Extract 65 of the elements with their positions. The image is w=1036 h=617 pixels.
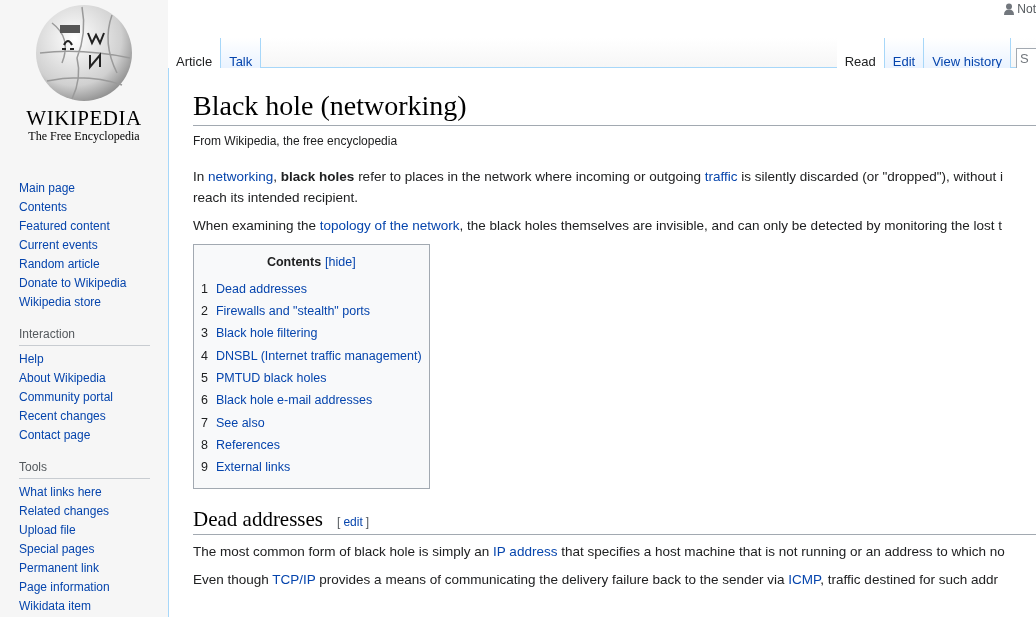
- sidebar-link[interactable]: Related changes: [19, 502, 110, 521]
- page-subtitle: From Wikipedia, the free encyclopedia: [193, 133, 399, 150]
- user-icon: [1004, 3, 1015, 15]
- sidebar-heading: Interaction: [19, 326, 150, 346]
- toc-number: 6: [201, 392, 208, 410]
- sidebar-link[interactable]: About Wikipedia: [19, 369, 106, 388]
- paragraph: In networking, black holes refer to places in the network where incoming or outgoing traffic is silently discarded (or "dropped"), without i reach its intended recipient.: [193, 168, 1005, 207]
- sidebar-link[interactable]: Permanent link: [19, 559, 100, 578]
- toc-number: 8: [201, 436, 208, 454]
- view-tab[interactable]: View history: [924, 38, 1011, 68]
- toc-link[interactable]: External links: [215, 456, 291, 479]
- article-link[interactable]: traffic: [704, 169, 738, 184]
- sidebar-link[interactable]: Random article: [19, 255, 100, 274]
- article-link[interactable]: TCP/IP: [272, 572, 316, 588]
- toc-number: 1: [201, 280, 208, 298]
- toc-link[interactable]: DNSBL (Internet traffic management): [215, 344, 422, 367]
- search-field[interactable]: S: [1016, 47, 1036, 70]
- bracket: ]: [365, 514, 370, 532]
- sidebar-link[interactable]: Recent changes: [19, 407, 106, 426]
- paragraph: The most common form of black hole is simply an IP address that specifies a host machine that is not running or an address to which no: [193, 543, 1006, 562]
- sidebar-link[interactable]: Donate to Wikipedia: [19, 274, 127, 293]
- sidebar-heading: Tools: [19, 459, 150, 479]
- toc-link[interactable]: PMTUD black holes: [215, 366, 327, 390]
- sidebar-link[interactable]: What links here: [19, 483, 102, 502]
- sidebar-link[interactable]: Special pages: [19, 540, 95, 559]
- page-title: Black hole (networking): [193, 88, 1036, 126]
- sidebar-link[interactable]: Main page: [19, 179, 76, 198]
- sidebar-link[interactable]: Community portal: [19, 388, 114, 407]
- page-tab[interactable]: Talk: [221, 38, 262, 68]
- sidebar-link[interactable]: Current events: [19, 236, 98, 255]
- sidebar-link[interactable]: Page information: [19, 578, 110, 597]
- section-heading: Dead addresses: [193, 506, 324, 534]
- user-link[interactable]: Not: [1017, 0, 1036, 18]
- toc-number: 3: [201, 325, 208, 343]
- toc-number: 7: [201, 414, 208, 432]
- paragraph: When examining the topology of the network, the black holes themselves are invisible, and can only be detected by monitoring the lost t: [193, 217, 1003, 235]
- hide-link[interactable]: [hide]: [325, 253, 356, 272]
- edit-section-link[interactable]: edit: [343, 513, 363, 532]
- wikipedia-wordmark: WIKIPEDIA: [26, 107, 142, 129]
- toc-number: 4: [201, 347, 208, 365]
- toc-link[interactable]: Black hole e-mail addresses: [215, 389, 373, 412]
- contents-heading: Contents: [266, 254, 322, 271]
- sidebar-link[interactable]: Contents: [19, 198, 68, 217]
- article-link[interactable]: IP address: [493, 544, 558, 560]
- toc-number: 2: [201, 303, 208, 321]
- sidebar-link[interactable]: Upload file: [19, 521, 76, 540]
- toc-link[interactable]: Black hole filtering: [215, 322, 318, 345]
- toc-number: 9: [201, 459, 208, 477]
- page-tab[interactable]: Article: [168, 38, 222, 68]
- sidebar-link[interactable]: Help: [19, 350, 44, 369]
- toc-link[interactable]: Dead addresses: [215, 277, 307, 301]
- bracket: [: [337, 514, 341, 532]
- toc-link[interactable]: References: [215, 433, 280, 457]
- article-link[interactable]: ICMP: [788, 572, 821, 588]
- toc-link[interactable]: Firewalls and "stealth" ports: [215, 300, 371, 323]
- sidebar-link[interactable]: Wikidata item: [19, 597, 92, 616]
- sidebar-link[interactable]: Wikipedia store: [19, 293, 102, 312]
- view-tab[interactable]: Edit: [884, 38, 925, 68]
- view-tab[interactable]: Read: [836, 38, 885, 68]
- logo-tagline: The Free Encyclopedia: [28, 129, 140, 143]
- sidebar-link[interactable]: Featured content: [19, 217, 110, 236]
- paragraph: Even though TCP/IP provides a means of communicating the delivery failure back to the sender via ICMP, traffic destined for such addr: [193, 571, 999, 590]
- sidebar-link[interactable]: Contact page: [19, 426, 91, 445]
- toc-link[interactable]: See also: [215, 411, 265, 434]
- toc-number: 5: [201, 369, 208, 387]
